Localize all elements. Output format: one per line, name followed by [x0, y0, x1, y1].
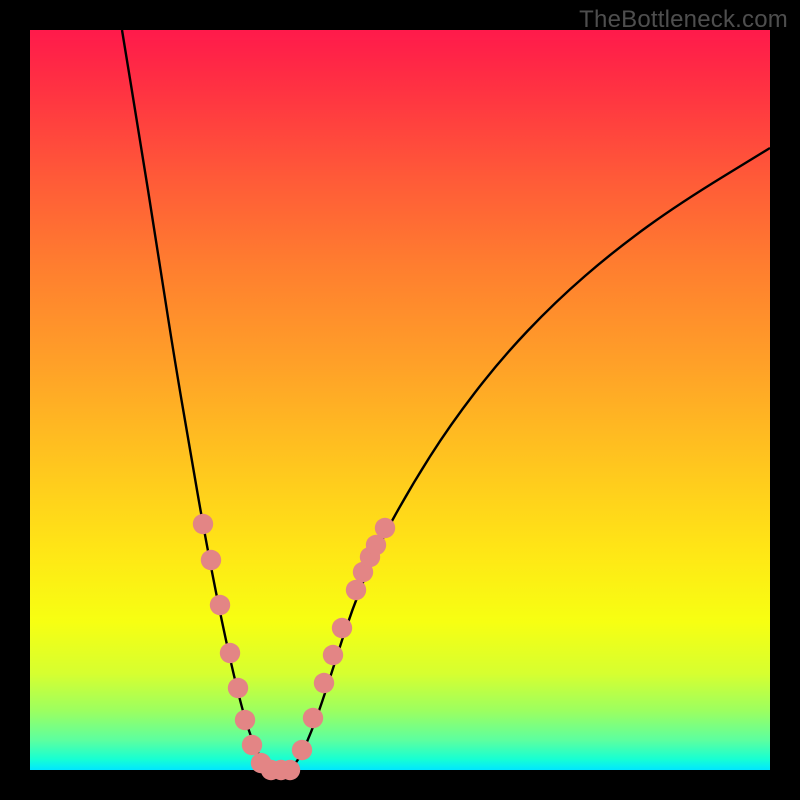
curve-left [122, 30, 270, 769]
data-marker [375, 518, 395, 538]
data-marker [242, 735, 262, 755]
data-marker [346, 580, 366, 600]
watermark-text: TheBottleneck.com [579, 6, 788, 34]
data-marker [314, 673, 334, 693]
curve-layer [30, 30, 770, 770]
data-marker [235, 710, 255, 730]
data-marker [280, 760, 300, 780]
plot-area [30, 30, 770, 770]
curve-right [290, 148, 770, 769]
data-marker [332, 618, 352, 638]
data-marker [303, 708, 323, 728]
data-marker [210, 595, 230, 615]
data-marker [292, 740, 312, 760]
chart-frame: TheBottleneck.com [0, 0, 800, 800]
data-marker [193, 514, 213, 534]
data-marker [220, 643, 240, 663]
data-marker [201, 550, 221, 570]
data-marker [323, 645, 343, 665]
marker-group [193, 514, 395, 780]
data-marker [228, 678, 248, 698]
